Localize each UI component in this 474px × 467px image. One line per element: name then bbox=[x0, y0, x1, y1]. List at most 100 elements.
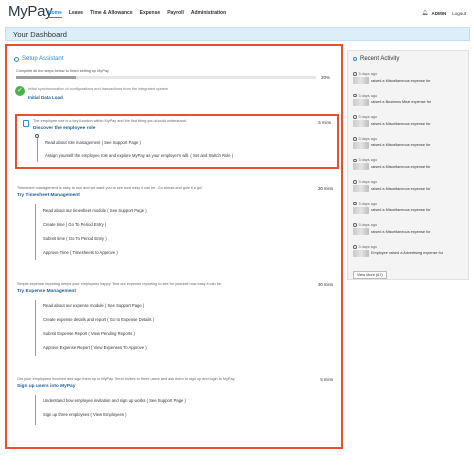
setup-progress-bar bbox=[16, 76, 316, 79]
activity-time-text: 3 days ago bbox=[358, 158, 378, 163]
activity-time-text: 3 days ago bbox=[358, 244, 378, 249]
setup-progress-fill bbox=[16, 76, 76, 79]
activity-text: raised a Miscellaneous expense for bbox=[353, 163, 431, 171]
nav-time-allowance[interactable]: Time & Allowance bbox=[90, 10, 133, 18]
step-task[interactable]: Read about our expense module ( See Supp… bbox=[43, 303, 144, 308]
setup-assistant-title: Setup Assistant bbox=[22, 56, 64, 62]
step-task[interactable]: Sign up three employees ( View Employees… bbox=[43, 412, 126, 417]
redacted-name bbox=[353, 120, 369, 128]
activity-item[interactable]: 3 days ago Employee raised a Advertising … bbox=[353, 245, 467, 259]
clock-icon bbox=[353, 137, 357, 141]
activity-description: raised a Miscellaneous expense for bbox=[371, 229, 431, 234]
activity-item[interactable]: 3 days ago raised a Business Meal expense… bbox=[353, 94, 467, 108]
main-nav: Home Leave Time & Allowance Expense Payr… bbox=[48, 10, 233, 18]
activity-item[interactable]: 3 days ago raised a Miscellaneous expense… bbox=[353, 202, 467, 216]
activity-time-text: 3 days ago bbox=[358, 136, 378, 141]
activity-description: Employee raised a Advertising expense fo… bbox=[371, 251, 443, 256]
activity-time: 3 days ago bbox=[353, 202, 377, 206]
step-link[interactable]: Sign up users into MyPay bbox=[17, 384, 75, 389]
step-task[interactable]: Approve Time ( Timesheets to Approve ) bbox=[43, 250, 118, 255]
activity-time: 3 days ago bbox=[353, 115, 377, 119]
lightbulb-icon bbox=[14, 56, 19, 62]
nav-leave[interactable]: Leave bbox=[69, 10, 83, 18]
setup-subtitle: Complete all the steps below to finish s… bbox=[16, 69, 109, 73]
step-description: The employee role is a key function with… bbox=[33, 119, 187, 123]
lightbulb-icon bbox=[353, 57, 357, 61]
activity-text: Employee raised a Advertising expense fo… bbox=[353, 249, 443, 257]
activity-time-text: 3 days ago bbox=[358, 115, 378, 120]
activity-item[interactable]: 3 days ago raised a Miscellaneous expense… bbox=[353, 158, 467, 172]
recent-activity-header: Recent Activity bbox=[353, 56, 399, 62]
activity-description: raised a Miscellaneous expense for bbox=[371, 186, 431, 191]
step-sign-up-users: Get your employees involved and sign the… bbox=[15, 375, 339, 425]
logout-link[interactable]: Logout bbox=[452, 11, 466, 16]
activity-text: raised a Miscellaneous expense for bbox=[353, 141, 431, 149]
activity-text: raised a Miscellaneous expense for bbox=[353, 206, 431, 214]
step-link[interactable]: Try Expense Management bbox=[17, 289, 76, 294]
activity-text: raised a Miscellaneous expense for bbox=[353, 185, 431, 192]
step-description: Timesheet management is easy to use and … bbox=[17, 186, 203, 190]
activity-time: 3 days ago bbox=[353, 137, 377, 141]
activity-item[interactable]: 3 days ago raised a Miscellaneous expense… bbox=[353, 115, 467, 129]
activity-text: raised a Business Meal expense for bbox=[353, 98, 431, 106]
step-task[interactable]: Understand how employee invitation and s… bbox=[43, 398, 186, 403]
nav-expense[interactable]: Expense bbox=[140, 10, 161, 18]
activity-time: 3 days ago bbox=[353, 158, 377, 162]
completed-step-link[interactable]: Initial Data Load bbox=[28, 95, 228, 100]
setup-assistant-header: Setup Assistant bbox=[14, 56, 63, 62]
check-icon: ✓ bbox=[15, 86, 25, 96]
activity-text: raised a Miscellaneous expense for bbox=[353, 228, 431, 236]
activity-time: 3 days ago bbox=[353, 223, 377, 227]
completed-step-description: Initial synchronisation of configuration… bbox=[28, 87, 169, 91]
step-task[interactable]: Submit Expense Report ( View Pending Rep… bbox=[43, 331, 135, 336]
step-task[interactable]: Read about our timesheet module ( See Su… bbox=[43, 208, 147, 213]
redacted-name bbox=[353, 206, 369, 214]
activity-item[interactable]: 3 days ago raised a Miscellaneous expense… bbox=[353, 72, 467, 86]
nav-administration[interactable]: Administration bbox=[191, 10, 226, 18]
step-duration: 20 mins bbox=[317, 186, 333, 191]
clock-icon bbox=[353, 223, 357, 227]
activity-time: 3 days ago bbox=[353, 245, 377, 249]
activity-time-text: 3 days ago bbox=[358, 223, 378, 228]
step-duration: 30 mins bbox=[317, 282, 333, 287]
redacted-name bbox=[353, 98, 369, 106]
step-link[interactable]: Try Timesheet Management bbox=[17, 193, 80, 198]
step-timeline bbox=[35, 300, 36, 356]
step-timeline bbox=[35, 204, 36, 260]
bell-icon[interactable]: 🔔︎ bbox=[422, 10, 428, 16]
activity-time-text: 3 days ago bbox=[358, 201, 378, 206]
nav-home[interactable]: Home bbox=[48, 10, 62, 18]
activity-time: 3 days ago bbox=[353, 72, 377, 76]
step-description: Simple expense reporting keeps your empl… bbox=[17, 282, 223, 286]
step-task[interactable]: Submit time ( Go To Period Entry ) bbox=[43, 236, 107, 241]
clock-icon bbox=[353, 201, 357, 206]
step-task[interactable]: Assign yourself the employee role and ex… bbox=[45, 153, 233, 158]
activity-description: raised a Miscellaneous expense for bbox=[371, 164, 431, 169]
activity-description: raised a Miscellaneous expense for bbox=[371, 208, 431, 213]
top-navigation-bar: MyPay Home Leave Time & Allowance Expens… bbox=[0, 0, 474, 26]
app-logo[interactable]: MyPay bbox=[8, 3, 53, 20]
view-more-button[interactable]: View More (67) bbox=[353, 271, 387, 279]
user-menu[interactable]: ADMIN bbox=[431, 11, 446, 16]
setup-assistant-panel: Setup Assistant Complete all the steps b… bbox=[5, 44, 343, 449]
step-task[interactable]: Create time ( Go To Period Entry ) bbox=[43, 222, 106, 227]
step-timesheet-management: Timesheet management is easy to use and … bbox=[15, 184, 339, 264]
step-link[interactable]: Discover the employee role bbox=[33, 126, 95, 131]
redacted-name bbox=[353, 249, 369, 257]
step-task[interactable]: Read about role management ( See Support… bbox=[45, 140, 141, 145]
timeline-dot bbox=[35, 134, 39, 138]
redacted-name bbox=[353, 228, 369, 236]
step-duration: 5 mins bbox=[318, 120, 331, 125]
step-expense-management: Simple expense reporting keeps your empl… bbox=[15, 280, 339, 360]
nav-payroll[interactable]: Payroll bbox=[167, 10, 184, 18]
step-timeline bbox=[37, 134, 38, 162]
step-task[interactable]: Approve Expense Report ( View Expenses T… bbox=[43, 345, 147, 350]
step-description: Get your employees involved and sign the… bbox=[17, 377, 236, 381]
activity-time: 3 days ago bbox=[353, 94, 377, 98]
activity-item[interactable]: 3 days ago raised a Miscellaneous expense… bbox=[353, 137, 467, 151]
step-task[interactable]: Create expense details and report ( Go t… bbox=[43, 317, 154, 322]
activity-item[interactable]: 3 days ago raised a Miscellaneous expense… bbox=[353, 223, 467, 237]
recent-activity-title: Recent Activity bbox=[360, 56, 400, 62]
redacted-name bbox=[353, 185, 369, 192]
activity-item[interactable]: 3 days ago raised a Miscellaneous expense… bbox=[353, 180, 467, 194]
